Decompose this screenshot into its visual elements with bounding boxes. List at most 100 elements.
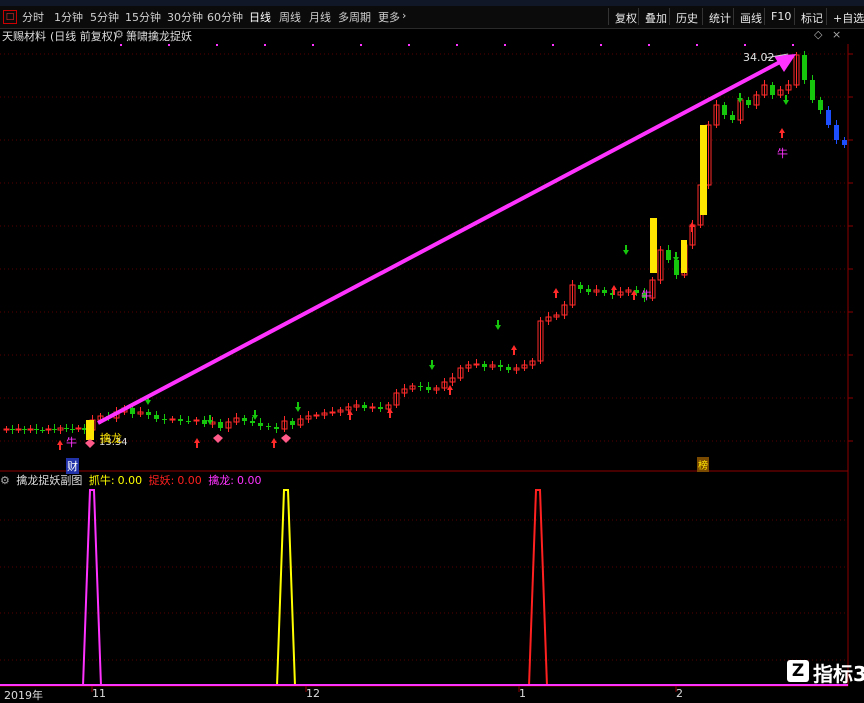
candle-body <box>426 387 431 390</box>
candle-body <box>193 419 200 422</box>
zhuaniu-value: 0.00 <box>117 474 143 487</box>
candle-body <box>578 285 583 289</box>
candle-body <box>40 430 45 431</box>
candle-body <box>674 260 679 275</box>
signal-bar <box>681 240 687 273</box>
top-marker-dot <box>792 44 794 46</box>
sub-chart-title[interactable]: 擒龙捉妖副图 <box>16 474 82 487</box>
candle-body <box>329 411 336 414</box>
sell-arrow-icon <box>295 402 301 412</box>
candle-body <box>770 85 775 95</box>
sell-arrow-icon <box>495 320 501 330</box>
candle-body <box>810 80 815 100</box>
buy-arrow-icon <box>779 128 785 138</box>
buy-arrow-icon <box>57 440 63 450</box>
candle-body <box>506 367 511 370</box>
candle-body <box>27 428 34 431</box>
top-marker-dot <box>120 44 122 46</box>
candle-body <box>45 428 52 431</box>
sell-arrow-icon <box>429 360 435 370</box>
candle-body <box>602 290 607 293</box>
trend-arrow-line <box>97 60 781 425</box>
candle-body <box>482 364 487 367</box>
top-marker-dot <box>744 44 746 46</box>
ranking-marker[interactable]: 榜 <box>697 457 709 472</box>
top-marker-dot <box>312 44 314 46</box>
candle-body <box>3 428 10 431</box>
candle-body <box>75 427 82 430</box>
qinlong-spike <box>82 489 102 687</box>
candle-body <box>362 405 367 408</box>
candle-body <box>34 429 39 430</box>
top-marker-dot <box>552 44 554 46</box>
candle-body <box>418 386 423 387</box>
candle-body <box>730 115 735 120</box>
candle-body <box>178 419 183 421</box>
candle-body <box>586 289 591 292</box>
signal-bar <box>650 218 657 273</box>
candle-body <box>826 110 831 125</box>
x-axis-label-jan: 1 <box>519 687 526 700</box>
zhuaniu-spike <box>276 489 296 687</box>
candle-body <box>378 407 383 409</box>
buy-arrow-icon <box>194 438 200 448</box>
top-marker-dot <box>216 44 218 46</box>
zhuoyao-value: 0.00 <box>177 474 202 487</box>
candle-body <box>274 427 279 429</box>
candle-body <box>130 408 135 414</box>
peak-price-label: 34.02 <box>743 51 775 64</box>
candle-body <box>802 55 807 80</box>
watermark-text: 指标365 <box>813 662 864 686</box>
x-axis-label-nov: 11 <box>92 687 106 700</box>
candle-body <box>10 429 15 430</box>
zhuoyao-label: 捉妖: <box>148 474 175 487</box>
signal-bar <box>700 125 707 215</box>
zhuaniu-label: 抓牛: <box>88 474 115 487</box>
signal-bar <box>86 420 94 440</box>
top-marker-dot <box>360 44 362 46</box>
candle-body <box>22 429 27 430</box>
candle-body <box>834 125 839 140</box>
qinlong-value: 0.00 <box>237 474 262 487</box>
top-marker-dot <box>504 44 506 46</box>
candle-body <box>666 250 671 260</box>
x-axis-label-feb: 2 <box>676 687 683 700</box>
diamond-signal-icon <box>213 434 223 443</box>
top-marker-dot <box>696 44 698 46</box>
candle-body <box>64 428 69 429</box>
buy-arrow-icon <box>271 438 277 448</box>
top-marker-dot <box>168 44 170 46</box>
logo-z-icon: Z <box>787 660 809 682</box>
candle-body <box>313 414 320 417</box>
buy-arrow-icon <box>447 385 453 395</box>
cattle-label-3: 牛 <box>777 147 788 160</box>
candle-body <box>258 423 263 426</box>
sell-arrow-icon <box>623 245 629 255</box>
candle-body <box>218 422 223 428</box>
candle-body <box>202 420 207 424</box>
top-marker-dot <box>456 44 458 46</box>
candle-body <box>242 418 247 421</box>
candle-body <box>473 363 480 366</box>
top-marker-dot <box>264 44 266 46</box>
candle-body <box>162 419 167 420</box>
qinlong-label: 擒龙: <box>208 474 235 487</box>
candle-body <box>842 140 847 145</box>
kline-chart-canvas[interactable] <box>0 0 864 700</box>
sub-settings-icon[interactable]: ⚙ <box>0 474 10 487</box>
candle-body <box>290 421 295 425</box>
top-marker-dot <box>600 44 602 46</box>
qinlong-signal-label: 擒龙 <box>100 432 122 445</box>
cattle-label-2: 牛 <box>641 289 652 302</box>
x-axis-label-year: 2019年 <box>4 689 43 702</box>
candle-body <box>746 100 751 105</box>
diamond-signal-icon <box>281 434 291 443</box>
candle-body <box>154 415 159 419</box>
candle-body <box>369 406 376 409</box>
zhuoyao-spike <box>528 489 548 687</box>
candle-body <box>498 365 503 367</box>
cattle-label-1: 牛 <box>66 436 77 449</box>
sub-chart-header: ⚙ 擒龙捉妖副图 抓牛: 0.00 捉妖: 0.00 擒龙: 0.00 <box>0 472 265 487</box>
candle-body <box>818 100 823 110</box>
buy-arrow-icon <box>347 410 353 420</box>
